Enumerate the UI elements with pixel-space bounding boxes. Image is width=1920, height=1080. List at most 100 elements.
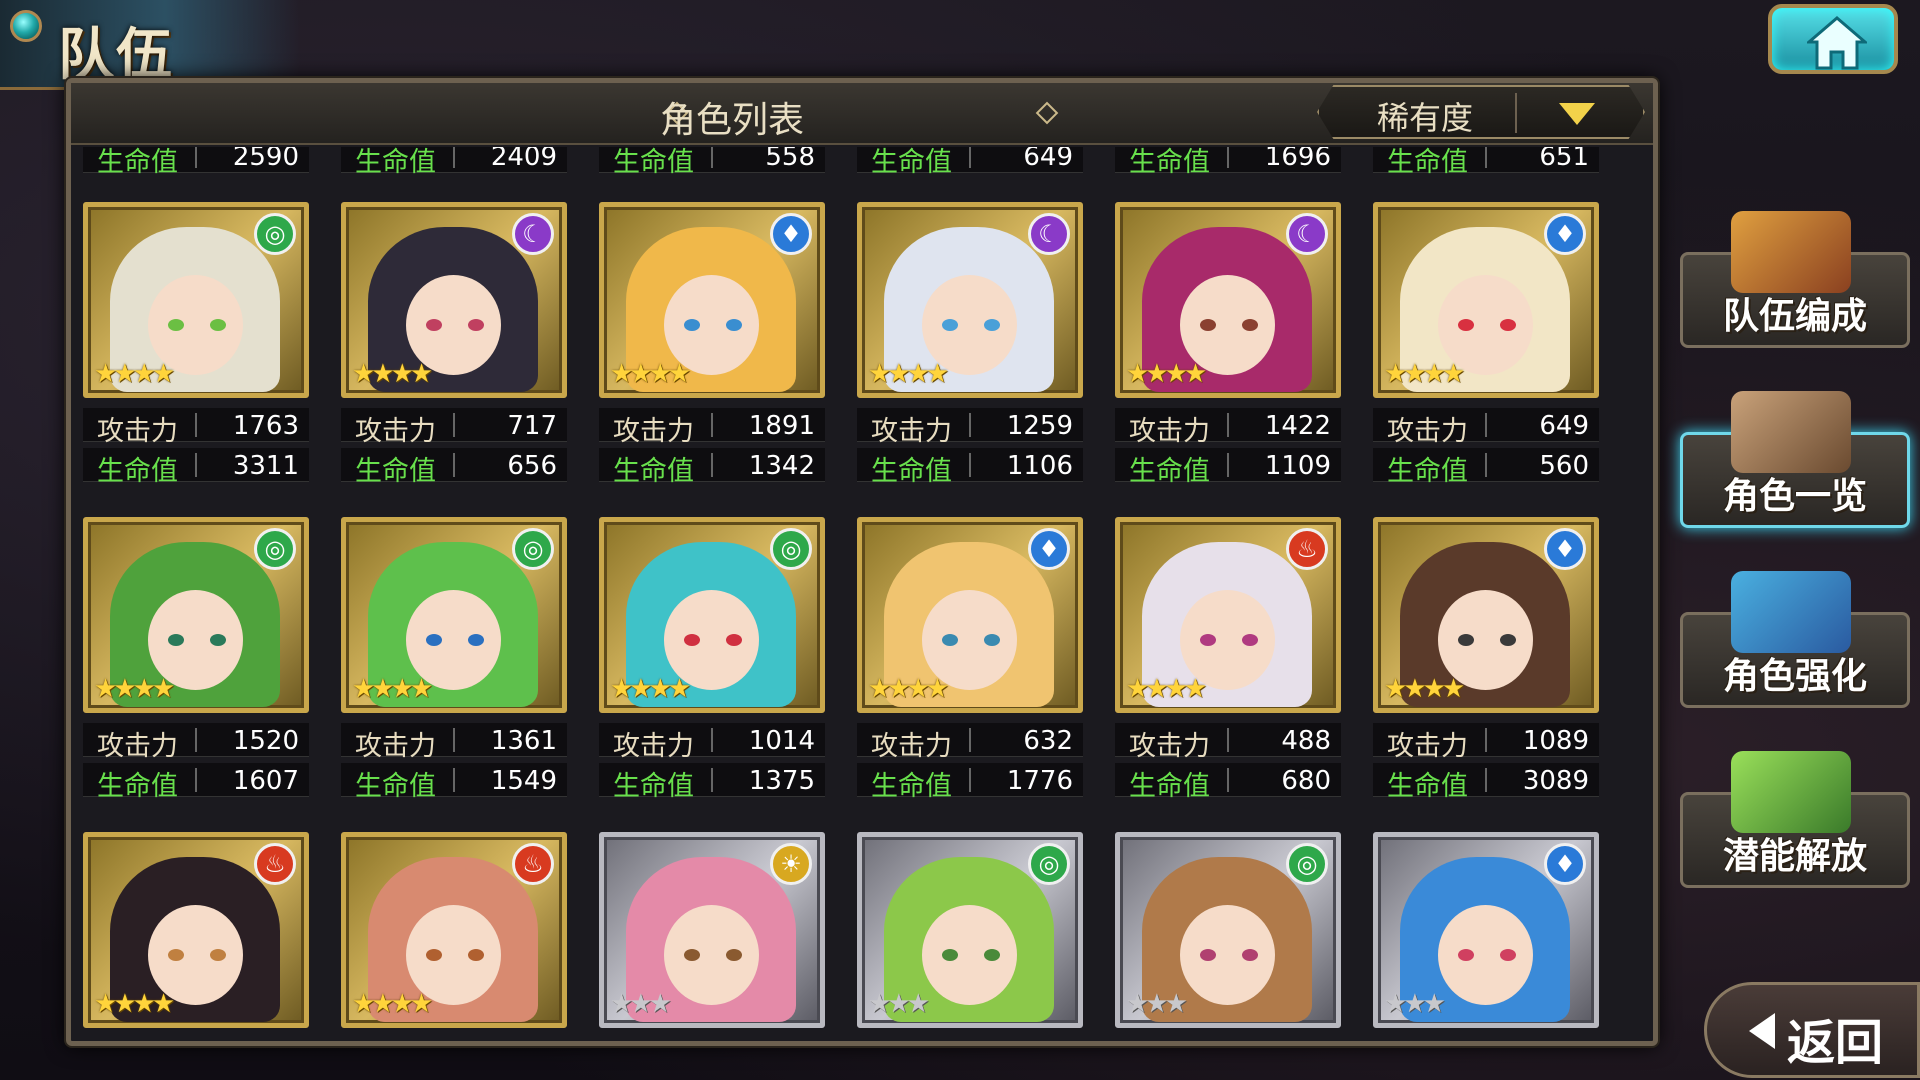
character-portrait: ♦ ★★★★: [1373, 517, 1599, 713]
character-portrait: ♨ ★★★★: [83, 832, 309, 1028]
stat-atk-label: 攻击力: [613, 416, 694, 447]
character-eye: [1200, 634, 1216, 646]
stat-atk: 攻击力 1422: [1115, 408, 1341, 447]
stat-divider: [1485, 413, 1487, 437]
stat-hp: 生命值 3311: [83, 448, 309, 487]
stat-divider: [969, 413, 971, 437]
menu-button-2[interactable]: 角色一览: [1680, 391, 1910, 528]
character-portrait: ◎ ★★★★: [599, 517, 825, 713]
character-eye: [1500, 319, 1516, 331]
rarity-stars: ★★★: [1126, 989, 1188, 1019]
stat-hp-label: 生命值: [97, 147, 178, 178]
character-grid[interactable]: 生命值 2590 生命值 2409 生命值 558 生命值 649 生命值 1696 生命值 651 ◎…: [71, 147, 1653, 1037]
character-eye: [1242, 319, 1258, 331]
element-wind-icon: ◎: [770, 528, 812, 570]
stat-hp-value: 1342: [748, 451, 815, 481]
home-button[interactable]: [1768, 4, 1898, 74]
stat-hp-value: 2590: [232, 147, 299, 172]
stat-atk: 攻击力 1520: [83, 723, 309, 762]
character-eye: [726, 634, 742, 646]
element-wind-icon: ◎: [1286, 843, 1328, 885]
stat-atk-value: 717: [507, 411, 557, 441]
stat-hp-label: 生命值: [613, 456, 694, 487]
character-portrait: ♦ ★★★: [1373, 832, 1599, 1028]
stat-hp-partial: 生命值 558: [599, 147, 825, 178]
menu-button-label: 角色强化: [1722, 656, 1867, 697]
stat-hp-value: 1109: [1264, 451, 1331, 481]
character-portrait: ☀ ★★★: [599, 832, 825, 1028]
stat-atk-value: 1014: [748, 726, 815, 756]
stat-hp: 生命值 1607: [83, 763, 309, 802]
stat-hp-label: 生命值: [355, 771, 436, 802]
sort-dropdown-divider: [1515, 93, 1517, 133]
character-eye: [426, 634, 442, 646]
stat-hp-label: 生命值: [1129, 771, 1210, 802]
character-eye: [684, 949, 700, 961]
stat-divider: [195, 147, 197, 168]
character-eye: [942, 949, 958, 961]
element-wind-icon: ◎: [512, 528, 554, 570]
rarity-stars: ★★★★: [868, 674, 949, 704]
stat-divider: [1227, 768, 1229, 792]
character-eye: [1458, 949, 1474, 961]
stat-atk-value: 1361: [490, 726, 557, 756]
rarity-stars: ★★★: [868, 989, 930, 1019]
stat-atk-label: 攻击力: [871, 731, 952, 762]
character-portrait: ☾ ★★★★: [341, 202, 567, 398]
character-eye: [168, 949, 184, 961]
stat-hp-value: 3311: [232, 451, 299, 481]
rarity-stars: ★★★★: [352, 989, 433, 1019]
rarity-stars: ★★★★: [94, 359, 175, 389]
character-eye: [1200, 319, 1216, 331]
stat-atk-value: 1520: [232, 726, 299, 756]
stat-divider: [195, 413, 197, 437]
character-portrait: ◎ ★★★★: [83, 517, 309, 713]
stat-atk-value: 1891: [748, 411, 815, 441]
element-wind-icon: ◎: [1028, 843, 1070, 885]
stat-divider: [453, 147, 455, 168]
character-face: [1180, 905, 1275, 1005]
character-face: [664, 905, 759, 1005]
stat-divider: [453, 728, 455, 752]
character-portrait: ☾ ★★★★: [857, 202, 1083, 398]
element-water-icon: ♦: [770, 213, 812, 255]
character-eye: [1200, 949, 1216, 961]
stat-atk: 攻击力 1089: [1373, 723, 1599, 762]
rarity-stars: ★★★★: [1126, 359, 1207, 389]
stat-hp-value: 1106: [1006, 451, 1073, 481]
sort-dropdown[interactable]: 稀有度: [1317, 85, 1645, 139]
stat-hp: 生命值 680: [1115, 763, 1341, 802]
stat-atk-label: 攻击力: [355, 416, 436, 447]
element-water-icon: ♦: [1544, 843, 1586, 885]
stat-hp: 生命值 1109: [1115, 448, 1341, 487]
stat-hp-partial: 生命值 2590: [83, 147, 309, 178]
rarity-stars: ★★★★: [610, 674, 691, 704]
back-button[interactable]: 返回: [1704, 982, 1920, 1078]
character-list-panel: 角色列表 稀有度 生命值 2590 生命值 2409 生命值 558 生命值 649 生命值 16…: [66, 78, 1658, 1046]
character-eye: [984, 949, 1000, 961]
character-portrait: ♦ ★★★★: [599, 202, 825, 398]
character-eye: [1500, 949, 1516, 961]
stat-divider: [195, 453, 197, 477]
element-fire-icon: ♨: [1286, 528, 1328, 570]
arrow-left-icon: [1749, 1013, 1775, 1049]
character-portrait: ♨ ★★★★: [1115, 517, 1341, 713]
stat-atk: 攻击力 1763: [83, 408, 309, 447]
character-eye: [726, 319, 742, 331]
menu-button-3[interactable]: 角色强化: [1680, 571, 1910, 708]
stat-divider: [969, 728, 971, 752]
menu-button-4[interactable]: 潜能解放: [1680, 751, 1910, 888]
stat-hp-value: 1776: [1006, 766, 1073, 796]
character-eye: [168, 634, 184, 646]
stat-atk-label: 攻击力: [1387, 416, 1468, 447]
stat-atk: 攻击力 1361: [341, 723, 567, 762]
stat-hp-value: 656: [507, 451, 557, 481]
element-wind-icon: ◎: [254, 528, 296, 570]
stat-atk-label: 攻击力: [355, 731, 436, 762]
character-eye: [168, 319, 184, 331]
rarity-stars: ★★★★: [94, 674, 175, 704]
menu-button-1[interactable]: 队伍编成: [1680, 211, 1910, 348]
stat-hp: 生命值 3089: [1373, 763, 1599, 802]
stat-atk-label: 攻击力: [871, 416, 952, 447]
stat-atk-value: 1259: [1006, 411, 1073, 441]
